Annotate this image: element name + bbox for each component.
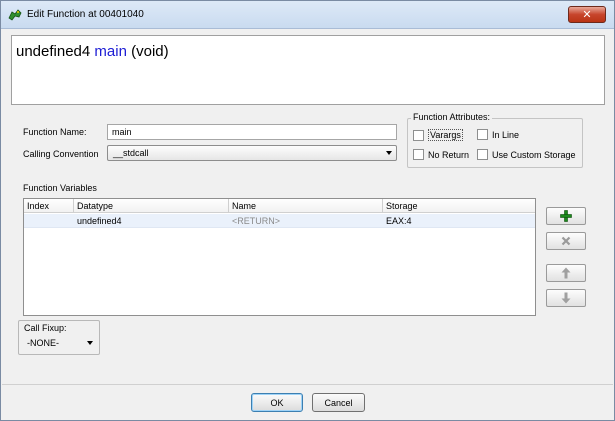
checkbox-box (413, 149, 424, 160)
checkbox-box (413, 129, 424, 141)
signature-function-name: main (94, 43, 127, 60)
arrow-down-icon (561, 292, 571, 304)
column-header-datatype[interactable]: Datatype (74, 199, 229, 213)
calling-convention-select[interactable]: __stdcall (107, 145, 397, 161)
footer-divider (2, 384, 613, 385)
inline-label: In Line (492, 129, 520, 140)
cancel-button[interactable]: Cancel (312, 393, 365, 412)
ok-button[interactable]: OK (251, 393, 303, 412)
add-variable-button[interactable] (546, 207, 586, 225)
cell-storage: EAX:4 (386, 216, 412, 226)
checkbox-box (477, 149, 488, 160)
close-button[interactable]: ✕ (568, 6, 606, 23)
function-name-label: Function Name: (23, 127, 87, 137)
move-up-button[interactable] (546, 264, 586, 282)
varargs-label: Varargs (428, 129, 463, 141)
function-variables-title: Function Variables (23, 183, 97, 193)
arrow-up-icon (561, 267, 571, 279)
cell-index (24, 214, 74, 228)
cell-name: <RETURN> (232, 216, 281, 226)
window-title: Edit Function at 00401040 (27, 9, 144, 20)
table-header: Index Datatype Name Storage (24, 199, 535, 213)
signature-return-type: undefined4 (16, 43, 91, 60)
call-fixup-value: -NONE- (27, 338, 59, 348)
dragon-app-icon (8, 9, 22, 21)
use-custom-storage-label: Use Custom Storage (492, 149, 576, 160)
table-row[interactable]: undefined4 <RETURN> EAX:4 (24, 214, 535, 228)
function-name-input[interactable]: main (107, 124, 397, 140)
inline-checkbox[interactable]: In Line (477, 129, 519, 140)
use-custom-storage-checkbox[interactable]: Use Custom Storage (477, 149, 576, 160)
title-bar[interactable]: Edit Function at 00401040 ✕ (1, 1, 614, 29)
no-return-label: No Return (428, 149, 470, 160)
chevron-down-icon (87, 341, 93, 345)
close-icon: ✕ (582, 9, 592, 21)
call-fixup-group: Call Fixup: -NONE- (18, 320, 100, 355)
plus-icon (560, 210, 572, 222)
column-header-storage[interactable]: Storage (383, 199, 535, 213)
calling-convention-value: __stdcall (113, 148, 149, 158)
function-variables-table[interactable]: Index Datatype Name Storage undefined4 <… (23, 198, 536, 316)
x-icon (561, 236, 571, 246)
calling-convention-label: Calling Convention (23, 149, 99, 159)
no-return-checkbox[interactable]: No Return (413, 149, 469, 160)
varargs-checkbox[interactable]: Varargs (413, 129, 463, 141)
call-fixup-label: Call Fixup: (24, 323, 67, 333)
signature-params: (void) (131, 43, 169, 60)
cell-datatype: undefined4 (77, 216, 122, 226)
chevron-down-icon (386, 151, 392, 155)
column-header-index[interactable]: Index (24, 199, 74, 213)
checkbox-box (477, 129, 488, 140)
remove-variable-button[interactable] (546, 232, 586, 250)
move-down-button[interactable] (546, 289, 586, 307)
function-signature-editor[interactable]: undefined4 main (void) (11, 35, 605, 105)
edit-function-dialog: Edit Function at 00401040 ✕ undefined4 m… (0, 0, 615, 421)
function-attributes-group (407, 118, 583, 168)
column-header-name[interactable]: Name (229, 199, 383, 213)
function-attributes-title: Function Attributes: (411, 112, 493, 122)
call-fixup-select[interactable]: -NONE- (22, 336, 97, 352)
